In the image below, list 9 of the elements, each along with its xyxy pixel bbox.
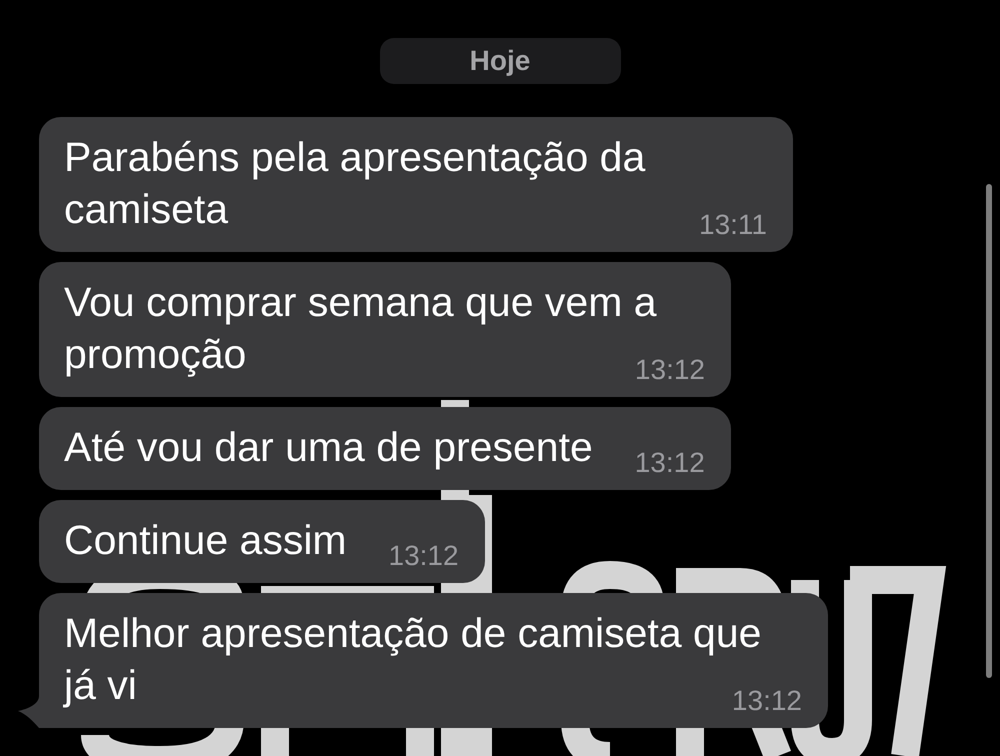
message-time: 13:11: [699, 211, 767, 239]
message-text: Continue assim: [64, 517, 347, 563]
message-text: Parabéns pela apresentação da camiseta: [64, 134, 646, 232]
message-text: Até vou dar uma de presente: [64, 424, 593, 470]
message-time: 13:12: [732, 687, 802, 715]
date-separator: Hoje: [380, 38, 620, 84]
message-time: 13:12: [388, 542, 459, 570]
message-time: 13:12: [634, 449, 705, 477]
message-time: 13:12: [634, 356, 705, 384]
